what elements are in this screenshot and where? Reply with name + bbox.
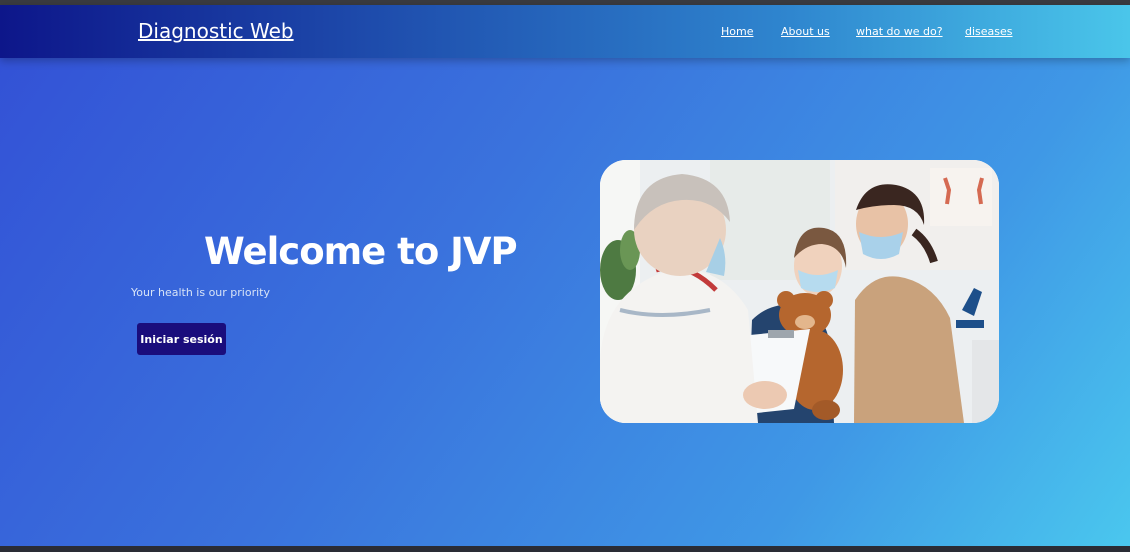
window-bottom-strip	[0, 546, 1130, 552]
nav-link-home[interactable]: Home	[721, 25, 753, 38]
login-button[interactable]: Iniciar sesión	[137, 323, 226, 355]
doctor-patient-photo	[600, 160, 999, 423]
doctor-patient-illustration	[600, 160, 999, 423]
nav-link-about-us[interactable]: About us	[781, 25, 830, 38]
top-navbar: Diagnostic Web Home About us what do we …	[0, 5, 1130, 58]
nav-link-diseases[interactable]: diseases	[965, 25, 1013, 38]
hero-subtitle: Your health is our priority	[131, 286, 270, 299]
nav-link-what-do-we-do[interactable]: what do we do?	[856, 25, 943, 38]
nav-links: Home About us what do we do? diseases	[0, 25, 1130, 45]
hero-title: Welcome to JVP	[204, 230, 518, 273]
hero-section: Welcome to JVP Your health is our priori…	[0, 58, 1130, 546]
